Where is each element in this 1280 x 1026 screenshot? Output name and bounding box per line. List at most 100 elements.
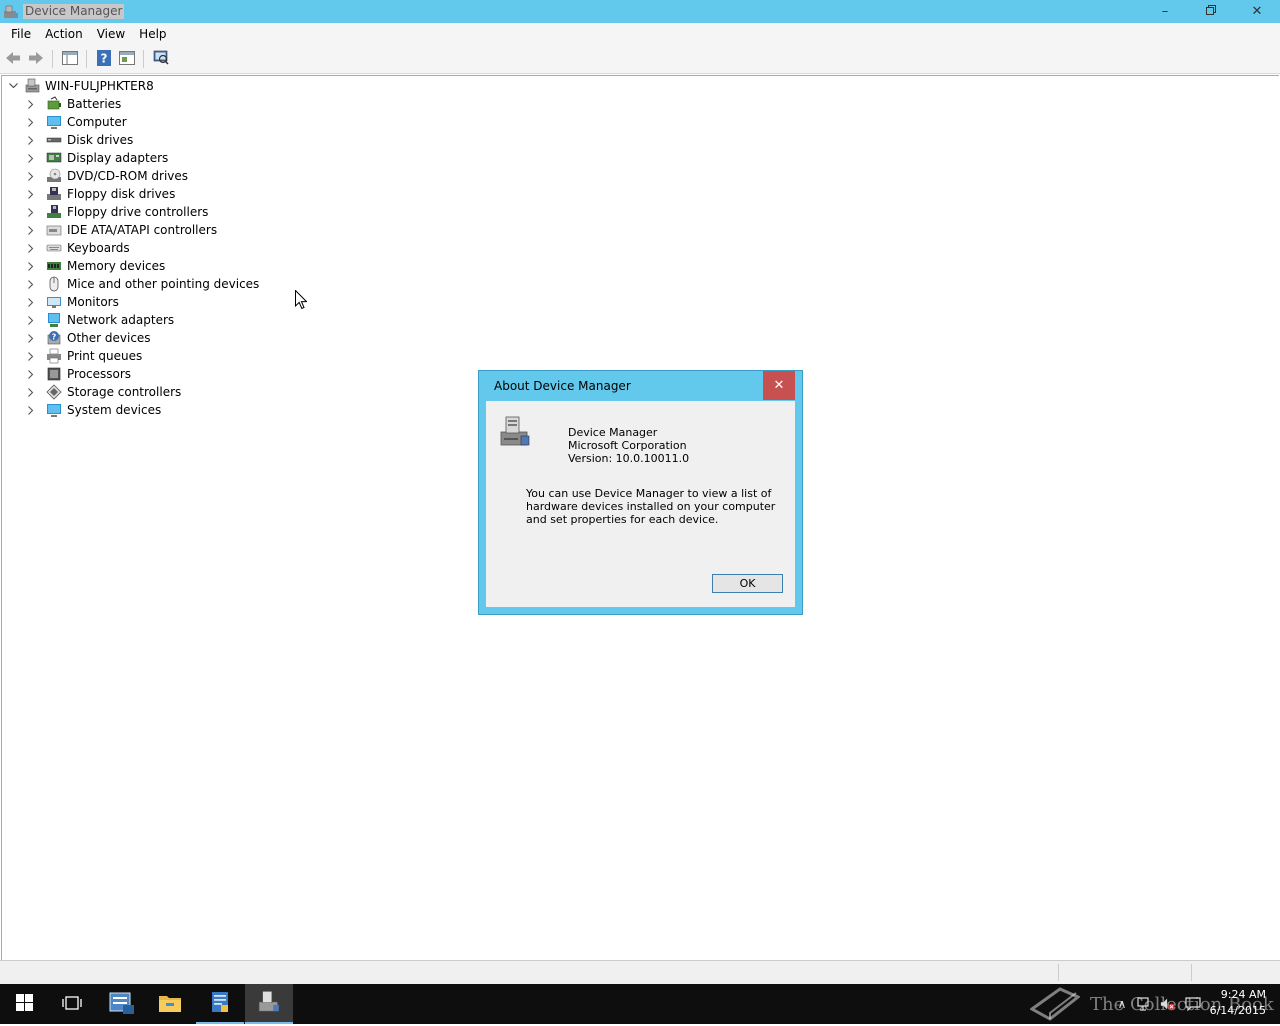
expand-chevron-icon[interactable] xyxy=(26,167,36,185)
tree-node-label: Print queues xyxy=(67,349,143,363)
expand-chevron-icon[interactable] xyxy=(26,329,36,347)
volume-muted-icon[interactable] xyxy=(1160,996,1176,1012)
tree-root-label: WIN-FULJPHKTER8 xyxy=(45,79,154,93)
tree-node[interactable]: IDE ATA/ATAPI controllers xyxy=(26,221,217,239)
device-manager-icon xyxy=(257,990,281,1017)
help-button[interactable]: ? xyxy=(93,48,115,70)
tree-node[interactable]: Storage controllers xyxy=(26,383,181,401)
server-manager-button[interactable] xyxy=(98,984,146,1024)
other-devices-icon: ? xyxy=(46,330,62,346)
expand-chevron-icon[interactable] xyxy=(26,95,36,113)
dialog-company: Microsoft Corporation xyxy=(568,439,687,452)
tree-node[interactable]: Computer xyxy=(26,113,127,131)
menu-file[interactable]: File xyxy=(4,24,38,44)
tree-node[interactable]: Memory devices xyxy=(26,257,165,275)
network-adapter-icon xyxy=(46,312,62,328)
taskbar: The Collection Book ∧ 9:24 AM 6/14/2015 xyxy=(0,984,1280,1024)
expand-chevron-icon[interactable] xyxy=(26,347,36,365)
toolbar: ? xyxy=(0,45,1280,74)
expand-chevron-icon[interactable] xyxy=(26,311,36,329)
menu-view[interactable]: View xyxy=(90,24,132,44)
expand-chevron-icon[interactable] xyxy=(26,239,36,257)
toolbar-separator xyxy=(52,50,53,68)
status-bar xyxy=(0,960,1280,984)
restore-button[interactable] xyxy=(1188,0,1234,23)
file-explorer-button[interactable] xyxy=(146,984,194,1024)
show-hide-console-tree-button[interactable] xyxy=(59,48,81,70)
expand-chevron-icon[interactable] xyxy=(26,365,36,383)
file-explorer-icon xyxy=(158,993,182,1016)
network-icon[interactable] xyxy=(1137,996,1153,1012)
close-icon: ✕ xyxy=(773,378,785,393)
tree-node[interactable]: Display adapters xyxy=(26,149,168,167)
computer-root-icon xyxy=(24,78,40,94)
restore-icon xyxy=(1206,4,1216,19)
tree-node[interactable]: Floppy drive controllers xyxy=(26,203,208,221)
forward-arrow-icon xyxy=(28,51,44,68)
action-center-icon[interactable] xyxy=(1185,996,1201,1012)
expand-chevron-icon[interactable] xyxy=(26,203,36,221)
tree-node[interactable]: Print queues xyxy=(26,347,142,365)
device-manager-taskbar-button[interactable] xyxy=(245,984,293,1024)
show-hidden-icons-chevron-icon[interactable]: ∧ xyxy=(1114,996,1130,1012)
collapse-chevron-icon[interactable] xyxy=(8,77,18,95)
expand-chevron-icon[interactable] xyxy=(26,401,36,419)
expand-chevron-icon[interactable] xyxy=(26,383,36,401)
menu-action[interactable]: Action xyxy=(38,24,90,44)
tree-node[interactable]: Monitors xyxy=(26,293,119,311)
back-button[interactable] xyxy=(2,48,24,70)
close-button[interactable]: ✕ xyxy=(1234,0,1280,23)
task-view-button[interactable] xyxy=(48,984,96,1024)
memory-icon xyxy=(46,258,62,274)
dvd-drive-icon xyxy=(46,168,62,184)
disk-drive-icon xyxy=(46,132,62,148)
status-divider xyxy=(1191,964,1192,981)
expand-chevron-icon[interactable] xyxy=(26,149,36,167)
forward-button[interactable] xyxy=(25,48,47,70)
taskbar-clock[interactable]: 9:24 AM 6/14/2015 xyxy=(1210,987,1266,1019)
tree-node[interactable]: Mice and other pointing devices xyxy=(26,275,259,293)
expand-chevron-icon[interactable] xyxy=(26,293,36,311)
tree-node[interactable]: Processors xyxy=(26,365,131,383)
mouse-icon xyxy=(46,276,62,292)
tree-root[interactable]: WIN-FULJPHKTER8 xyxy=(8,77,154,95)
tree-node-label: Batteries xyxy=(67,97,122,111)
tree-node[interactable]: DVD/CD-ROM drives xyxy=(26,167,188,185)
expand-chevron-icon[interactable] xyxy=(26,185,36,203)
ok-button[interactable]: OK xyxy=(712,574,783,593)
title-bar[interactable]: Device Manager – ✕ xyxy=(0,0,1280,23)
properties-button[interactable] xyxy=(116,48,138,70)
help-icon: ? xyxy=(97,49,111,69)
tools-icon xyxy=(210,991,230,1016)
expand-chevron-icon[interactable] xyxy=(26,131,36,149)
ide-controller-icon xyxy=(46,222,62,238)
tree-node[interactable]: ? Other devices xyxy=(26,329,151,347)
tree-node[interactable]: Keyboards xyxy=(26,239,130,257)
computer-icon xyxy=(46,114,62,130)
scan-hardware-button[interactable] xyxy=(150,48,172,70)
about-dialog: About Device Manager ✕ Device Manager Mi… xyxy=(478,370,803,615)
dialog-description: You can use Device Manager to view a lis… xyxy=(526,487,776,526)
dialog-close-button[interactable]: ✕ xyxy=(763,371,795,400)
expand-chevron-icon[interactable] xyxy=(26,221,36,239)
minimize-button[interactable]: – xyxy=(1142,0,1188,23)
expand-chevron-icon[interactable] xyxy=(26,113,36,131)
dialog-version: Version: 10.0.10011.0 xyxy=(568,452,690,465)
start-button[interactable] xyxy=(0,984,48,1024)
mouse-cursor-icon xyxy=(295,289,308,313)
properties-icon xyxy=(119,50,135,68)
menu-bar: File Action View Help xyxy=(0,23,1280,45)
menu-help[interactable]: Help xyxy=(132,24,173,44)
tree-node[interactable]: Disk drives xyxy=(26,131,133,149)
processor-icon xyxy=(46,366,62,382)
tree-node[interactable]: Batteries xyxy=(26,95,121,113)
toolbar-separator xyxy=(143,50,144,68)
tree-node[interactable]: System devices xyxy=(26,401,161,419)
tree-node[interactable]: Network adapters xyxy=(26,311,174,329)
tree-node[interactable]: Floppy disk drives xyxy=(26,185,175,203)
tools-button[interactable] xyxy=(196,984,244,1024)
scan-hardware-icon xyxy=(153,50,169,68)
display-adapter-icon xyxy=(46,150,62,166)
expand-chevron-icon[interactable] xyxy=(26,257,36,275)
expand-chevron-icon[interactable] xyxy=(26,275,36,293)
